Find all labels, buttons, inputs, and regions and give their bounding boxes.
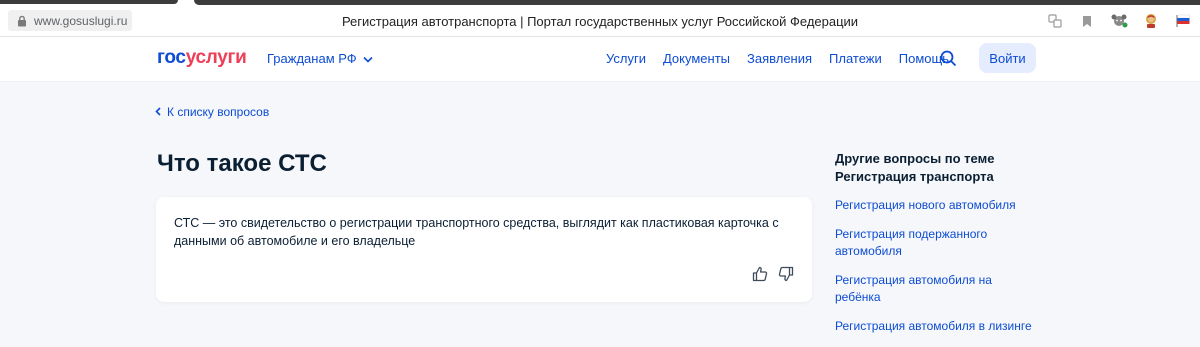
nav-services[interactable]: Услуги <box>606 51 646 66</box>
answer-text: СТС — это свидетельство о регистрации тр… <box>174 216 779 248</box>
logo-part-uslugi: услуги <box>185 47 247 68</box>
extension-icon[interactable] <box>1110 12 1128 30</box>
chevron-down-icon <box>363 51 373 66</box>
logo-part-gos: гос <box>157 47 186 68</box>
thumbs-up-icon[interactable] <box>751 265 769 283</box>
chevron-left-icon <box>155 105 161 119</box>
list-item: Регистрация подержанного автомобиля <box>835 226 1035 260</box>
page-title: Что такое СТС <box>157 150 327 177</box>
related-questions-title: Другие вопросы по теме Регистрация транс… <box>835 151 995 184</box>
search-icon[interactable] <box>938 48 958 68</box>
thumbs-down-icon[interactable] <box>777 265 795 283</box>
nav-applications[interactable]: Заявления <box>747 51 812 66</box>
citizens-dropdown[interactable]: Гражданам РФ <box>267 51 373 66</box>
back-to-questions-link[interactable]: К списку вопросов <box>155 105 269 119</box>
browser-address-bar: www.gosuslugi.ru Регистрация автотранспо… <box>0 6 1200 37</box>
related-link-leasing-car[interactable]: Регистрация автомобиля в лизинге <box>835 319 1032 333</box>
url-text: www.gosuslugi.ru <box>34 13 128 28</box>
bookmark-icon[interactable] <box>1078 12 1096 30</box>
list-item: Регистрация нового автомобиля <box>835 197 1035 214</box>
related-link-child-car[interactable]: Регистрация автомобиля на ребёнка <box>835 273 992 304</box>
citizens-label: Гражданам РФ <box>267 51 357 66</box>
nav-documents[interactable]: Документы <box>663 51 730 66</box>
back-link-label: К списку вопросов <box>167 105 270 119</box>
lock-icon[interactable] <box>13 12 31 30</box>
gosuslugi-logo[interactable]: госуслуги <box>157 47 247 69</box>
main-nav: Услуги Документы Заявления Платежи Помощ… <box>606 51 949 66</box>
browser-toolbar-icons <box>1046 10 1192 32</box>
feedback-buttons <box>751 265 795 283</box>
browser-tab-inactive[interactable] <box>0 0 178 4</box>
flag-ru-icon[interactable] <box>1174 12 1192 30</box>
avatar-extension-icon[interactable] <box>1142 12 1160 30</box>
login-button[interactable]: Войти <box>979 43 1036 73</box>
nav-payments[interactable]: Платежи <box>829 51 882 66</box>
answer-card: СТС — это свидетельство о регистрации тр… <box>156 197 812 302</box>
browser-tab-inactive[interactable] <box>194 0 1200 5</box>
related-link-used-car[interactable]: Регистрация подержанного автомобиля <box>835 227 987 258</box>
browser-page-title: Регистрация автотранспорта | Портал госу… <box>341 13 859 29</box>
list-item: Регистрация автомобиля в лизинге <box>835 318 1035 335</box>
list-item: Регистрация автомобиля на ребёнка <box>835 272 1035 306</box>
translate-icon[interactable] <box>1046 12 1064 30</box>
site-header: госуслуги Гражданам РФ Услуги Документы … <box>0 37 1200 82</box>
url-field[interactable]: www.gosuslugi.ru <box>8 10 132 31</box>
related-link-new-car[interactable]: Регистрация нового автомобиля <box>835 198 1016 212</box>
